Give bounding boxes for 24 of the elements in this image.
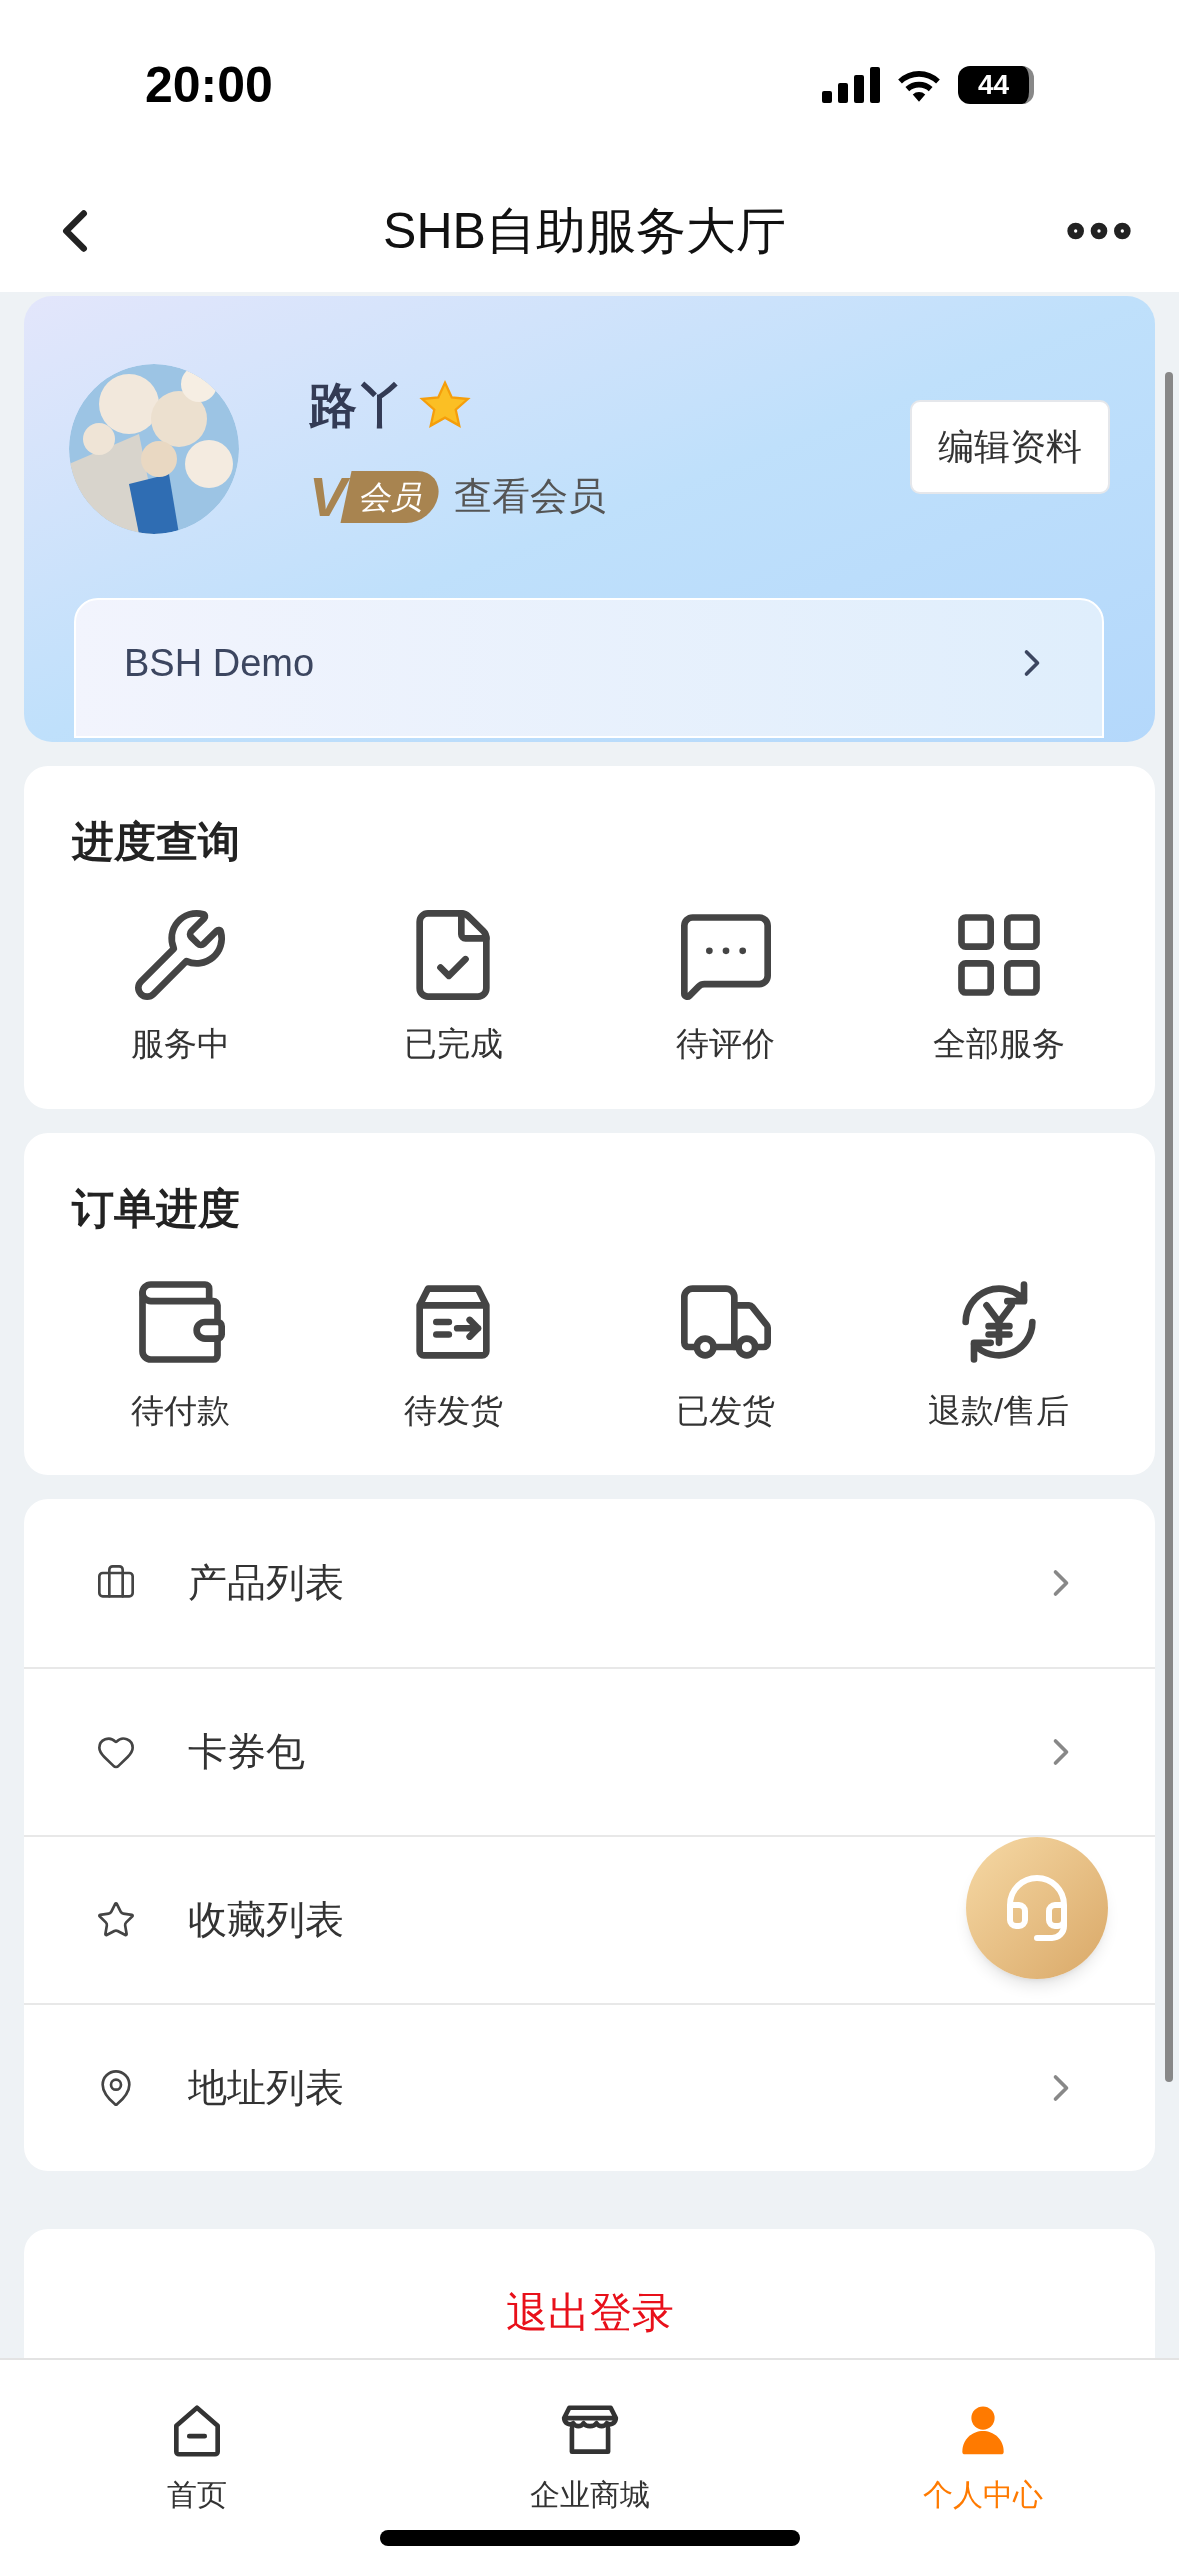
edit-profile-button[interactable]: 编辑资料 [910,400,1110,494]
section-title: 进度查询 [72,817,241,867]
progress-item[interactable]: 待评价 [589,905,863,1069]
menu-item[interactable]: 产品列表 [24,1499,1155,1667]
logout-button[interactable]: 退出登录 [24,2229,1155,2358]
user-name: 路丫 [309,378,405,434]
progress-item[interactable]: 全部服务 [862,905,1135,1069]
view-membership-link[interactable]: 查看会员 [454,468,607,525]
progress-item[interactable]: 已完成 [316,905,590,1069]
company-row[interactable]: BSH Demo [74,598,1104,738]
progress-item[interactable]: 已发货 [589,1271,863,1435]
tab-item[interactable]: 首页 [0,2360,393,2556]
battery-indicator: 44 [958,66,1034,104]
menu-item[interactable]: 地址列表 [24,2003,1155,2171]
tab-item[interactable]: 企业商城 [393,2360,786,2556]
section-title: 订单进度 [72,1183,241,1234]
progress-item[interactable]: 服务中 [44,905,317,1069]
page-title: SHB自助服务大厅 [383,201,786,261]
status-time: 20:00 [145,55,273,115]
signal-icon [822,67,880,103]
menu-item[interactable]: 卡券包 [24,1667,1155,1835]
progress-item[interactable]: 待付款 [44,1271,317,1435]
progress-item[interactable]: 退款/售后 [862,1271,1135,1435]
progress-item[interactable]: 待发货 [316,1271,590,1435]
